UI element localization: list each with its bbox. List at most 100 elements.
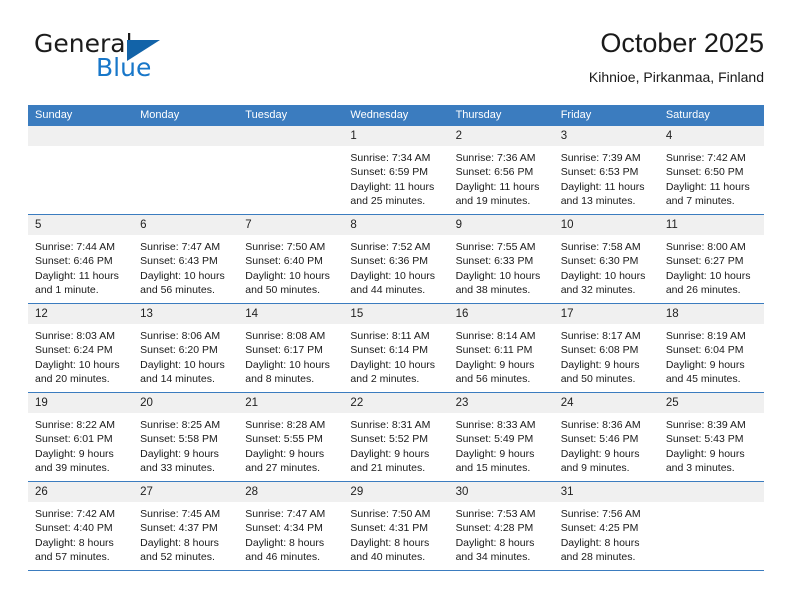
day-number: 18 bbox=[658, 304, 764, 324]
sunrise-text: Sunrise: 8:39 AM bbox=[665, 419, 746, 431]
day-sun-info: Sunrise: 7:53 AM Sunset: 4:28 PM Daylight:… bbox=[449, 502, 554, 565]
sunset-text: Sunset: 6:53 PM bbox=[560, 166, 639, 179]
calendar-day-cell[interactable]: 17 Sunrise: 8:17 AM Sunset: 6:08 PM Dayligh… bbox=[553, 304, 659, 392]
daylight-text-line1: Daylight: 11 hours bbox=[350, 180, 435, 193]
sunrise-text: Sunrise: 7:36 AM bbox=[455, 152, 536, 164]
calendar-weeks: 1 Sunrise: 7:34 AM Sunset: 6:59 PM Daylight… bbox=[28, 126, 764, 571]
daylight-text-line1: Daylight: 8 hours bbox=[560, 536, 640, 549]
day-number: 29 bbox=[343, 482, 449, 502]
daylight-text-line2: and 39 minutes. bbox=[35, 462, 110, 475]
calendar-day-cell[interactable]: 16 Sunrise: 8:14 AM Sunset: 6:11 PM Dayligh… bbox=[448, 304, 554, 392]
calendar-week-row: 19 Sunrise: 8:22 AM Sunset: 6:01 PM Dayligh… bbox=[28, 393, 764, 482]
weekday-header-saturday: Saturday bbox=[665, 109, 710, 121]
daylight-text-line2: and 44 minutes. bbox=[350, 284, 426, 297]
sunrise-text: Sunrise: 7:58 AM bbox=[560, 241, 641, 253]
calendar-day-cell[interactable]: 22 Sunrise: 8:31 AM Sunset: 5:52 PM Dayligh… bbox=[343, 393, 449, 481]
sunrise-text: Sunrise: 7:42 AM bbox=[35, 508, 115, 520]
calendar-grid: Sunday Monday Tuesday Wednesday Thursday Frid… bbox=[28, 105, 764, 571]
calendar-day-cell[interactable]: 4 Sunrise: 7:42 AM Sunset: 6:50 PM Daylight… bbox=[658, 126, 764, 214]
day-sun-info: Sunrise: 7:34 AM Sunset: 6:59 PM Daylight:… bbox=[343, 146, 448, 209]
sunrise-text: Sunrise: 8:08 AM bbox=[245, 330, 326, 342]
calendar-day-cell[interactable]: 27 Sunrise: 7:45 AM Sunset: 4:37 PM Dayligh… bbox=[133, 482, 239, 570]
day-sun-info: Sunrise: 7:44 AM Sunset: 6:46 PM Daylight:… bbox=[28, 235, 133, 298]
sunrise-text: Sunrise: 7:50 AM bbox=[350, 508, 431, 520]
daylight-text-line2: and 19 minutes. bbox=[455, 195, 531, 208]
day-number: 7 bbox=[238, 215, 344, 235]
daylight-text-line1: Daylight: 8 hours bbox=[140, 536, 219, 549]
day-sun-info: Sunrise: 8:22 AM Sunset: 6:01 PM Daylight:… bbox=[28, 413, 133, 476]
daylight-text-line2: and 45 minutes. bbox=[665, 373, 741, 386]
title-block: October 2025 Kihnioe, Pirkanmaa, Finland bbox=[589, 26, 764, 86]
sunset-text: Sunset: 6:59 PM bbox=[350, 166, 429, 179]
calendar-day-cell[interactable]: 20 Sunrise: 8:25 AM Sunset: 5:58 PM Dayligh… bbox=[133, 393, 239, 481]
daylight-text-line1: Daylight: 10 hours bbox=[140, 269, 225, 282]
day-sun-info: Sunrise: 8:25 AM Sunset: 5:58 PM Daylight:… bbox=[133, 413, 238, 476]
day-number: 25 bbox=[658, 393, 764, 413]
day-number: 9 bbox=[448, 215, 554, 235]
calendar-week-row: 1 Sunrise: 7:34 AM Sunset: 6:59 PM Daylight… bbox=[28, 126, 764, 215]
calendar-day-cell[interactable]: 25 Sunrise: 8:39 AM Sunset: 5:43 PM Dayligh… bbox=[658, 393, 764, 481]
daylight-text-line1: Daylight: 9 hours bbox=[455, 447, 535, 460]
daylight-text-line1: Daylight: 9 hours bbox=[665, 358, 745, 371]
calendar-day-cell[interactable]: 26 Sunrise: 7:42 AM Sunset: 4:40 PM Dayligh… bbox=[28, 482, 134, 570]
daylight-text-line2: and 52 minutes. bbox=[140, 551, 215, 564]
page-header: General Blue October 2025 Kihnioe, Pirka… bbox=[28, 26, 764, 98]
logo-text-blue: Blue bbox=[96, 53, 152, 82]
daylight-text-line1: Daylight: 10 hours bbox=[560, 269, 646, 282]
calendar-day-cell[interactable]: 13 Sunrise: 8:06 AM Sunset: 6:20 PM Dayligh… bbox=[133, 304, 239, 392]
general-blue-logo: General Blue bbox=[34, 30, 264, 92]
sunrise-text: Sunrise: 8:19 AM bbox=[665, 330, 746, 342]
daylight-text-line2: and 25 minutes. bbox=[350, 195, 426, 208]
sunset-text: Sunset: 5:46 PM bbox=[560, 433, 639, 446]
calendar-day-cell[interactable]: 5 Sunrise: 7:44 AM Sunset: 6:46 PM Daylight… bbox=[28, 215, 134, 303]
day-number: 15 bbox=[343, 304, 449, 324]
sunrise-text: Sunrise: 8:33 AM bbox=[455, 419, 536, 431]
calendar-day-cell[interactable]: 29 Sunrise: 7:50 AM Sunset: 4:31 PM Dayligh… bbox=[343, 482, 449, 570]
calendar-day-cell[interactable]: 6 Sunrise: 7:47 AM Sunset: 6:43 PM Daylight… bbox=[133, 215, 239, 303]
sunrise-text: Sunrise: 7:47 AM bbox=[140, 241, 221, 253]
calendar-day-cell[interactable]: 21 Sunrise: 8:28 AM Sunset: 5:55 PM Dayligh… bbox=[238, 393, 344, 481]
day-number: 21 bbox=[238, 393, 344, 413]
sunrise-text: Sunrise: 8:28 AM bbox=[245, 419, 326, 431]
sunrise-text: Sunrise: 7:53 AM bbox=[455, 508, 536, 520]
calendar-day-cell[interactable]: 3 Sunrise: 7:39 AM Sunset: 6:53 PM Daylight… bbox=[553, 126, 659, 214]
calendar-day-cell[interactable]: 2 Sunrise: 7:36 AM Sunset: 6:56 PM Daylight… bbox=[448, 126, 554, 214]
daylight-text-line1: Daylight: 11 hours bbox=[455, 180, 540, 193]
day-number: 17 bbox=[553, 304, 659, 324]
daylight-text-line1: Daylight: 9 hours bbox=[35, 447, 114, 460]
day-sun-info: Sunrise: 7:47 AM Sunset: 4:34 PM Daylight:… bbox=[238, 502, 343, 565]
daylight-text-line1: Daylight: 10 hours bbox=[245, 358, 330, 371]
page-subtitle: Kihnioe, Pirkanmaa, Finland bbox=[588, 69, 764, 85]
sunset-text: Sunset: 4:28 PM bbox=[455, 522, 534, 535]
calendar-day-cell[interactable]: 12 Sunrise: 8:03 AM Sunset: 6:24 PM Dayligh… bbox=[28, 304, 134, 392]
day-sun-info: Sunrise: 7:50 AM Sunset: 4:31 PM Daylight:… bbox=[343, 502, 448, 565]
calendar-day-cell[interactable]: 30 Sunrise: 7:53 AM Sunset: 4:28 PM Dayligh… bbox=[448, 482, 554, 570]
sunrise-text: Sunrise: 8:14 AM bbox=[455, 330, 536, 342]
weekday-header-tuesday: Tuesday bbox=[245, 109, 288, 121]
calendar-day-cell[interactable]: 15 Sunrise: 8:11 AM Sunset: 6:14 PM Dayligh… bbox=[343, 304, 449, 392]
daylight-text-line2: and 50 minutes. bbox=[245, 284, 320, 297]
calendar-day-cell[interactable]: 7 Sunrise: 7:50 AM Sunset: 6:40 PM Daylight… bbox=[238, 215, 344, 303]
calendar-day-cell[interactable]: 28 Sunrise: 7:47 AM Sunset: 4:34 PM Dayligh… bbox=[238, 482, 344, 570]
day-sun-info: Sunrise: 8:17 AM Sunset: 6:08 PM Daylight:… bbox=[554, 324, 659, 387]
sunrise-text: Sunrise: 8:03 AM bbox=[35, 330, 115, 342]
calendar-day-cell[interactable]: 24 Sunrise: 8:36 AM Sunset: 5:46 PM Dayligh… bbox=[553, 393, 659, 481]
sunrise-text: Sunrise: 7:55 AM bbox=[455, 241, 536, 253]
calendar-day-cell[interactable]: 31 Sunrise: 7:56 AM Sunset: 4:25 PM Dayligh… bbox=[553, 482, 659, 570]
calendar-day-cell[interactable]: 11 Sunrise: 8:00 AM Sunset: 6:27 PM Dayligh… bbox=[658, 215, 764, 303]
sunset-text: Sunset: 6:17 PM bbox=[245, 344, 323, 357]
day-number: 14 bbox=[238, 304, 344, 324]
day-sun-info: Sunrise: 7:45 AM Sunset: 4:37 PM Daylight:… bbox=[133, 502, 238, 565]
calendar-day-cell[interactable]: 8 Sunrise: 7:52 AM Sunset: 6:36 PM Daylight… bbox=[343, 215, 449, 303]
sunset-text: Sunset: 6:14 PM bbox=[350, 344, 429, 357]
sunset-text: Sunset: 5:52 PM bbox=[350, 433, 429, 446]
daylight-text-line1: Daylight: 8 hours bbox=[35, 536, 114, 549]
calendar-day-cell[interactable]: 19 Sunrise: 8:22 AM Sunset: 6:01 PM Dayligh… bbox=[28, 393, 134, 481]
calendar-day-cell[interactable]: 9 Sunrise: 7:55 AM Sunset: 6:33 PM Daylight… bbox=[448, 215, 554, 303]
calendar-day-cell[interactable]: 10 Sunrise: 7:58 AM Sunset: 6:30 PM Dayligh… bbox=[553, 215, 659, 303]
calendar-day-cell[interactable]: 18 Sunrise: 8:19 AM Sunset: 6:04 PM Dayligh… bbox=[658, 304, 764, 392]
calendar-day-cell[interactable]: 14 Sunrise: 8:08 AM Sunset: 6:17 PM Dayligh… bbox=[238, 304, 344, 392]
calendar-day-cell[interactable]: 1 Sunrise: 7:34 AM Sunset: 6:59 PM Daylight… bbox=[343, 126, 449, 214]
calendar-day-cell[interactable]: 23 Sunrise: 8:33 AM Sunset: 5:49 PM Dayligh… bbox=[448, 393, 554, 481]
daylight-text-line1: Daylight: 11 hours bbox=[35, 269, 119, 282]
